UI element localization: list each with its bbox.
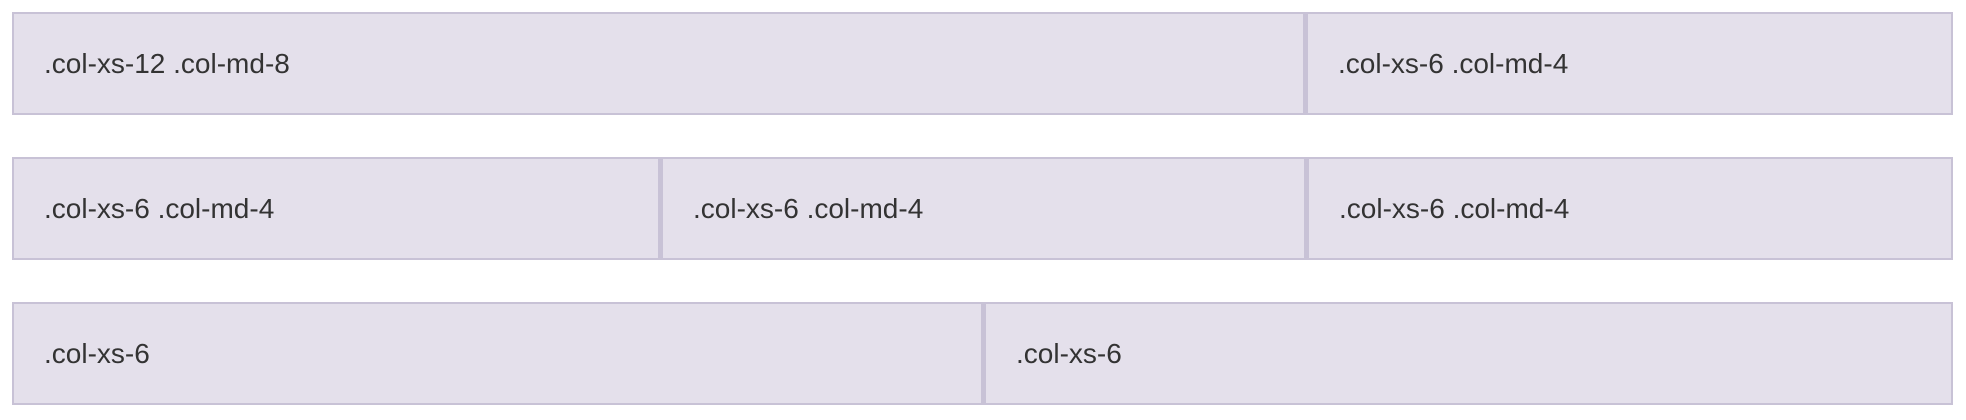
grid-cell-label: .col-xs-6 .col-md-4 (44, 192, 275, 224)
grid-row-3: .col-xs-6 .col-xs-6 (12, 302, 1953, 405)
grid-cell-label: .col-xs-12 .col-md-8 (44, 47, 290, 79)
grid-cell: .col-xs-6 .col-md-4 (12, 157, 660, 260)
grid-cell: .col-xs-12 .col-md-8 (12, 12, 1305, 115)
grid-cell-label: .col-xs-6 (1016, 337, 1122, 369)
grid-cell: .col-xs-6 (983, 302, 1953, 405)
grid-cell-label: .col-xs-6 .col-md-4 (1338, 47, 1569, 79)
grid-cell: .col-xs-6 .col-md-4 (660, 157, 1306, 260)
grid-row-2: .col-xs-6 .col-md-4 .col-xs-6 .col-md-4 … (12, 157, 1953, 260)
grid-cell: .col-xs-6 .col-md-4 (1305, 12, 1953, 115)
grid-cell-label: .col-xs-6 .col-md-4 (693, 192, 924, 224)
grid-demo: .col-xs-12 .col-md-8 .col-xs-6 .col-md-4… (12, 12, 1953, 405)
grid-cell: .col-xs-6 (12, 302, 983, 405)
grid-cell-label: .col-xs-6 (44, 337, 150, 369)
grid-row-1: .col-xs-12 .col-md-8 .col-xs-6 .col-md-4 (12, 12, 1953, 115)
grid-cell-label: .col-xs-6 .col-md-4 (1339, 192, 1570, 224)
grid-cell: .col-xs-6 .col-md-4 (1306, 157, 1953, 260)
